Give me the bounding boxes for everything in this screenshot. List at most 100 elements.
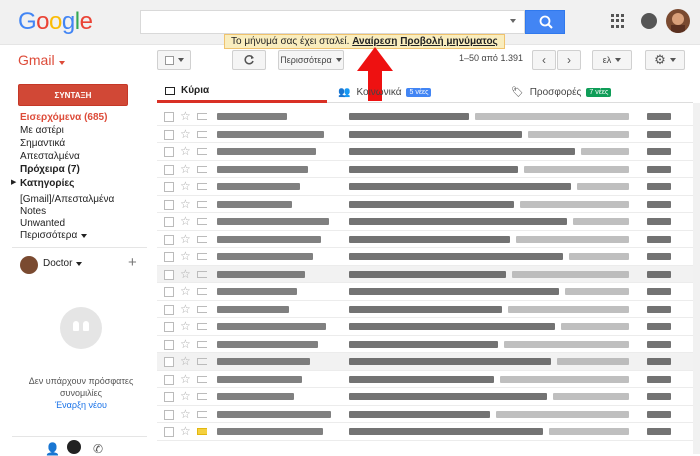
table-row[interactable]: ☆ [157,230,693,248]
select-checkbox-button[interactable] [157,50,191,70]
importance-marker-icon[interactable] [197,113,207,120]
star-icon[interactable]: ☆ [180,249,191,263]
start-new-chat-link[interactable]: Έναρξη νέου [22,400,140,410]
star-icon[interactable]: ☆ [180,319,191,333]
table-row[interactable]: ☆ [157,160,693,178]
table-row[interactable]: ☆ [157,300,693,318]
importance-marker-icon[interactable] [197,235,207,243]
importance-marker-icon[interactable] [197,410,207,418]
sidebar-item-gmail-sent[interactable]: [Gmail]/Απεσταλμένα [20,194,114,205]
table-row[interactable]: ☆ [157,195,693,213]
importance-marker-icon[interactable] [197,148,207,155]
tab-promotions[interactable]: 🏷 Προσφορές 7 νέες [503,81,693,103]
importance-marker-icon[interactable] [197,288,207,295]
star-icon[interactable]: ☆ [180,424,191,438]
row-checkbox[interactable] [164,252,174,262]
row-checkbox[interactable] [164,374,174,385]
row-checkbox[interactable] [164,427,174,437]
table-row[interactable]: ☆ [157,335,693,353]
table-row[interactable]: ☆ [157,318,693,336]
importance-marker-icon[interactable] [197,165,207,173]
row-checkbox[interactable] [164,182,174,192]
table-row[interactable]: ☆ [157,423,693,441]
settings-button[interactable]: ⚙ [645,50,685,70]
importance-marker-icon[interactable] [197,340,207,348]
add-contact-icon[interactable]: + [128,254,137,271]
search-button[interactable] [525,10,565,34]
star-icon[interactable]: ☆ [180,144,191,158]
star-icon[interactable]: ☆ [180,389,191,403]
scrollbar[interactable] [693,103,700,454]
row-checkbox[interactable] [164,409,174,420]
importance-marker-icon[interactable] [197,358,207,365]
star-icon[interactable]: ☆ [180,267,191,281]
row-checkbox[interactable] [164,234,174,245]
sidebar-item-notes[interactable]: Notes [20,206,46,217]
star-icon[interactable]: ☆ [180,284,191,298]
search-box[interactable] [140,10,525,34]
star-icon[interactable]: ☆ [180,302,191,316]
star-icon[interactable]: ☆ [180,109,191,123]
row-checkbox[interactable] [164,199,174,210]
importance-marker-icon[interactable] [197,183,207,190]
sidebar-item-sent[interactable]: Απεσταλμένα [20,151,80,162]
importance-marker-icon[interactable] [197,218,207,225]
star-icon[interactable]: ☆ [180,214,191,228]
importance-marker-icon[interactable] [197,323,207,330]
refresh-button[interactable] [232,50,266,70]
hangouts-user-name[interactable]: Doctor [43,258,83,269]
sidebar-item-more[interactable]: Περισσότερα [20,230,88,241]
table-row[interactable]: ☆ [157,405,693,423]
table-row[interactable]: ☆ [157,213,693,231]
importance-marker-icon[interactable] [197,130,207,138]
star-icon[interactable]: ☆ [180,232,191,246]
input-language-button[interactable]: ελ [592,50,632,70]
row-checkbox[interactable] [164,357,174,367]
table-row[interactable]: ☆ [157,370,693,388]
notifications-icon[interactable] [641,13,657,29]
view-message-link[interactable]: Προβολή μηνύματος [400,36,498,47]
table-row[interactable]: ☆ [157,388,693,406]
row-checkbox[interactable] [164,287,174,297]
row-checkbox[interactable] [164,164,174,175]
importance-marker-icon[interactable] [197,375,207,383]
sidebar-item-important[interactable]: Σημαντικά [20,138,65,149]
row-checkbox[interactable] [164,147,174,157]
sidebar-item-starred[interactable]: Με αστέρι [20,125,64,136]
sidebar-item-unwanted[interactable]: Unwanted [20,218,65,229]
importance-marker-icon[interactable] [197,393,207,400]
sidebar-item-inbox[interactable]: Εισερχόμενα (685) [20,112,107,123]
star-icon[interactable]: ☆ [180,407,191,421]
table-row[interactable]: ☆ [157,265,693,283]
row-checkbox[interactable] [164,129,174,140]
google-logo[interactable]: Google [18,8,93,36]
gmail-menu[interactable]: Gmail [18,52,65,68]
row-checkbox[interactable] [164,112,174,122]
sidebar-item-drafts[interactable]: Πρόχειρα (7) [20,164,80,175]
table-row[interactable]: ☆ [157,143,693,161]
star-icon[interactable]: ☆ [180,372,191,386]
row-checkbox[interactable] [164,339,174,350]
table-row[interactable]: ☆ [157,248,693,266]
account-avatar[interactable] [666,9,690,33]
table-row[interactable]: ☆ [157,178,693,196]
table-row[interactable]: ☆ [157,283,693,301]
row-checkbox[interactable] [164,269,174,280]
tab-social[interactable]: 👥 Κοινωνικά 5 νέες [330,81,500,103]
sidebar-item-categories[interactable]: ▶ Κατηγορίες [11,178,74,189]
star-icon[interactable]: ☆ [180,179,191,193]
importance-marker-icon[interactable] [197,305,207,313]
more-actions-button[interactable]: Περισσότερα [278,50,344,70]
row-checkbox[interactable] [164,322,174,332]
hangouts-icon[interactable] [67,440,81,454]
importance-marker-icon[interactable] [197,200,207,208]
importance-marker-icon[interactable] [197,270,207,278]
table-row[interactable]: ☆ [157,353,693,371]
table-row[interactable]: ☆ [157,125,693,143]
search-input[interactable] [141,11,501,33]
apps-grid-icon[interactable] [611,14,625,28]
prev-page-button[interactable]: ‹ [532,50,556,70]
compose-button[interactable]: ΣΥΝΤΑΞΗ [18,84,128,106]
importance-marker-icon[interactable] [197,253,207,260]
next-page-button[interactable]: › [557,50,581,70]
